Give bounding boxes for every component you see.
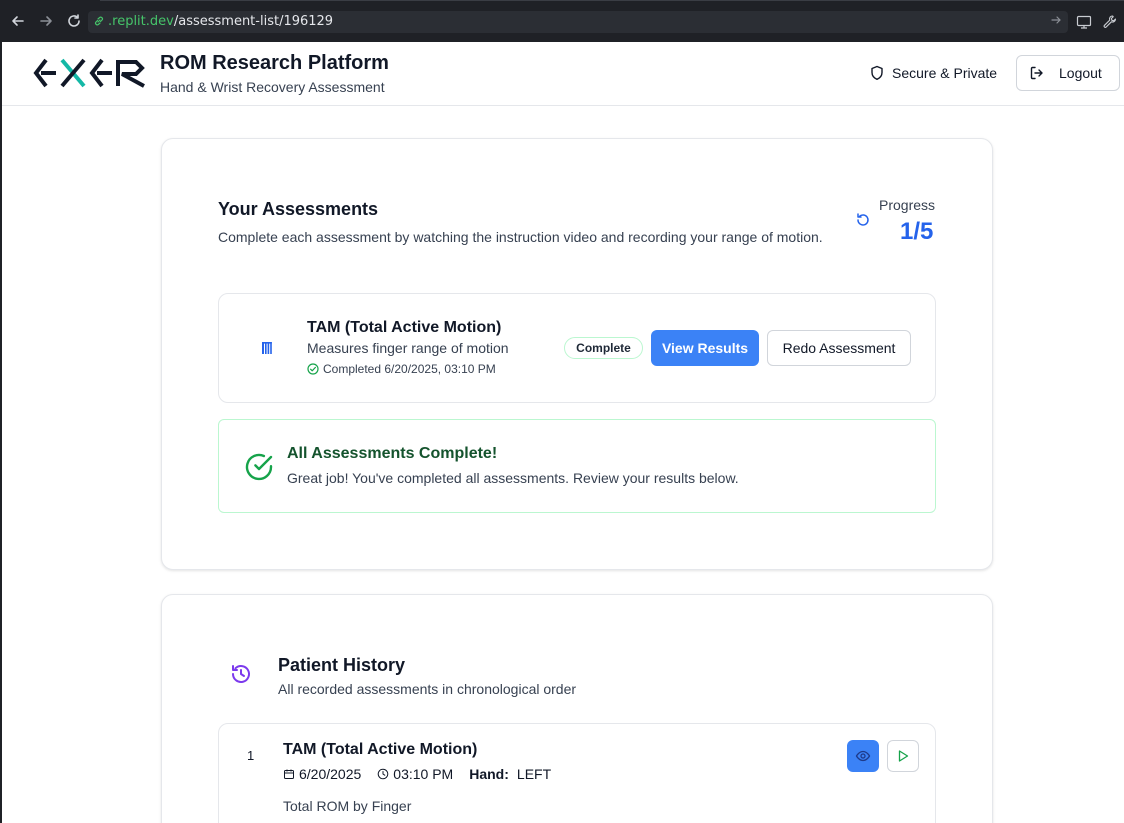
clock-icon bbox=[377, 768, 389, 780]
progress-value: 1/5 bbox=[900, 218, 934, 245]
eye-icon bbox=[855, 750, 871, 762]
monitor-icon[interactable] bbox=[1076, 14, 1092, 30]
go-arrow-icon[interactable] bbox=[1050, 14, 1062, 29]
assessment-completed: Completed 6/20/2025, 03:10 PM bbox=[307, 362, 496, 376]
wrench-icon[interactable] bbox=[1102, 14, 1118, 30]
assessments-title: Your Assessments bbox=[218, 199, 379, 219]
assessment-description: Measures finger range of motion bbox=[307, 340, 509, 356]
play-recording-button[interactable] bbox=[887, 740, 919, 772]
hand-label: Hand: bbox=[469, 766, 509, 782]
logout-label: Logout bbox=[1059, 65, 1102, 81]
check-circle-icon bbox=[245, 453, 273, 481]
secure-indicator: Secure & Private bbox=[870, 64, 997, 82]
history-subheading: Total ROM by Finger bbox=[283, 798, 412, 814]
check-circle-icon bbox=[307, 363, 319, 375]
all-complete-title: All Assessments Complete! bbox=[287, 445, 498, 462]
app-subtitle: Hand & Wrist Recovery Assessment bbox=[160, 79, 385, 95]
shield-icon bbox=[871, 65, 883, 80]
back-arrow-icon[interactable] bbox=[10, 13, 26, 29]
app-title: ROM Research Platform bbox=[160, 52, 389, 74]
view-history-button[interactable] bbox=[847, 740, 879, 772]
reload-icon[interactable] bbox=[66, 13, 82, 29]
hand-value: LEFT bbox=[516, 766, 552, 782]
all-complete-banner bbox=[218, 419, 936, 513]
calendar-icon bbox=[284, 769, 294, 779]
history-date-text: 6/20/2025 bbox=[299, 766, 362, 782]
play-icon bbox=[898, 750, 909, 762]
hand-icon bbox=[262, 342, 272, 354]
assessments-description: Complete each assessment by watching the… bbox=[218, 229, 823, 245]
history-time-text: 03:10 PM bbox=[393, 766, 454, 782]
forward-arrow-icon[interactable] bbox=[38, 13, 54, 29]
history-index: 1 bbox=[247, 748, 255, 763]
completed-text: Completed 6/20/2025, 03:10 PM bbox=[323, 362, 496, 376]
logout-icon bbox=[1030, 66, 1043, 80]
secure-label: Secure & Private bbox=[892, 65, 998, 81]
history-title: Patient History bbox=[278, 655, 406, 675]
history-meta: 6/20/2025 03:10 PM Hand: LEFT bbox=[283, 766, 567, 782]
exer-logo bbox=[33, 58, 145, 88]
status-badge: Complete bbox=[564, 337, 643, 359]
refresh-icon bbox=[857, 213, 869, 226]
all-complete-message: Great job! You've completed all assessme… bbox=[287, 470, 739, 486]
url-text: .replit.dev/assessment-list/196129 bbox=[108, 14, 333, 29]
url-domain: .replit.dev bbox=[108, 14, 174, 29]
logout-button[interactable]: Logout bbox=[1016, 55, 1120, 91]
history-description: All recorded assessments in chronologica… bbox=[278, 681, 577, 697]
window-edge bbox=[0, 42, 2, 823]
url-path: /assessment-list/196129 bbox=[173, 14, 334, 29]
history-time: 03:10 PM bbox=[377, 766, 453, 782]
link-icon bbox=[94, 16, 104, 26]
progress-label: Progress bbox=[879, 197, 936, 213]
tab-strip bbox=[100, 0, 1124, 4]
assessment-title: TAM (Total Active Motion) bbox=[307, 319, 502, 336]
view-results-button[interactable]: View Results bbox=[651, 330, 759, 366]
history-item-title: TAM (Total Active Motion) bbox=[283, 741, 478, 758]
history-icon bbox=[232, 665, 250, 683]
history-hand: Hand: LEFT bbox=[469, 766, 551, 782]
history-date: 6/20/2025 bbox=[283, 766, 361, 782]
redo-assessment-button[interactable]: Redo Assessment bbox=[767, 330, 911, 366]
